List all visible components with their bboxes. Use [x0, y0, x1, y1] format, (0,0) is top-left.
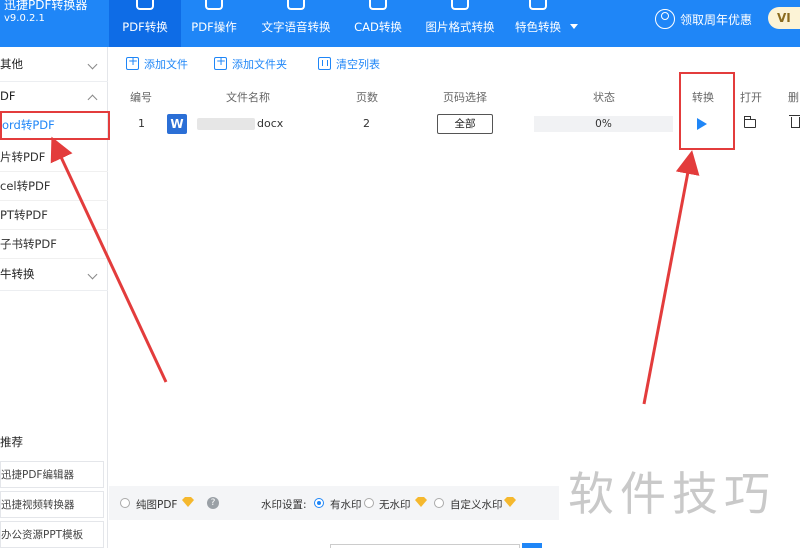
col-header-page-select: 页码选择 — [443, 91, 487, 104]
cad-icon — [369, 0, 387, 10]
tab-image-format[interactable]: 图片格式转换 — [420, 0, 500, 47]
help-icon[interactable]: ? — [207, 497, 219, 509]
sidebar-item-image-to-pdf[interactable]: 片转PDF — [0, 143, 108, 172]
image-format-icon — [451, 0, 469, 10]
row-index: 1 — [138, 117, 145, 130]
col-header-status: 状态 — [593, 91, 615, 104]
add-file-label: 添加文件 — [144, 58, 188, 71]
sidebar-item-label: 子书转PDF — [0, 237, 57, 251]
page-count: 2 — [363, 117, 370, 130]
recommend-label: 迅捷视频转换器 — [1, 499, 75, 511]
promo-label: 领取周年优惠 — [680, 13, 753, 27]
chevron-up-icon — [87, 94, 98, 105]
page-range-button[interactable]: 全部 — [437, 114, 493, 134]
tab-label: 图片格式转换 — [425, 20, 495, 34]
tab-cad[interactable]: CAD转换 — [345, 0, 411, 47]
pdf-operate-icon — [205, 0, 223, 10]
word-file-icon: W — [167, 114, 187, 134]
vip-gem-icon — [415, 497, 427, 507]
vip-gem-icon — [504, 497, 516, 507]
folder-open-icon[interactable] — [744, 116, 756, 128]
sidebar: 其他 DF ord转PDF 片转PDF cel转PDF PT转PDF 子书转PD… — [0, 47, 110, 548]
sidebar-item-excel-to-pdf[interactable]: cel转PDF — [0, 172, 108, 201]
special-convert-icon — [529, 0, 547, 10]
sidebar-group-label: 其他 — [0, 57, 23, 71]
filename: docx — [257, 117, 284, 130]
col-header-open: 打开 — [740, 91, 762, 104]
recommend-title: 推荐 — [0, 435, 23, 449]
recommend-item-video-converter[interactable]: 迅捷视频转换器 — [0, 491, 104, 518]
add-folder-label: 添加文件夹 — [232, 58, 287, 71]
watermark-on-label: 有水印 — [330, 499, 362, 511]
sidebar-item-ebook-to-pdf[interactable]: 子书转PDF — [0, 230, 108, 259]
tab-pdf-convert[interactable]: PDF转换 — [109, 0, 181, 47]
user-icon — [655, 9, 675, 29]
add-folder-icon — [214, 54, 227, 70]
watermark-off-radio[interactable] — [364, 498, 374, 508]
recommend-item-pdf-editor[interactable]: 迅捷PDF编辑器 — [0, 461, 104, 488]
divider — [0, 290, 108, 291]
col-header-delete: 删 — [788, 91, 799, 104]
sidebar-item-word-to-pdf[interactable]: ord转PDF — [0, 111, 110, 140]
col-header-pages: 页数 — [356, 91, 378, 104]
tab-special-convert[interactable]: 特色转换 — [509, 0, 567, 47]
watermark-on-radio[interactable] — [314, 498, 324, 508]
text-speech-icon — [287, 0, 305, 10]
filename-redacted — [197, 118, 255, 130]
progress-text: 0% — [595, 118, 612, 130]
vip-badge[interactable]: VI — [768, 7, 800, 29]
browse-button[interactable] — [522, 543, 542, 548]
annotation-arrow-right — [642, 150, 700, 405]
output-settings-bar: 纯图PDF ? 水印设置: 有水印 无水印 自定义水印 — [109, 486, 559, 520]
chevron-down-icon[interactable] — [570, 24, 578, 29]
app-title: 迅捷PDF转换器 — [4, 0, 88, 12]
output-path-input[interactable] — [330, 544, 520, 548]
sidebar-group-file-convert[interactable]: 牛转换 — [0, 260, 108, 289]
watermark-custom-label: 自定义水印 — [450, 499, 503, 511]
col-header-index: 编号 — [130, 91, 152, 104]
progress-bar: 0% — [534, 116, 673, 132]
recommend-label: 办公资源PPT模板 — [1, 529, 84, 541]
trash-icon — [318, 57, 331, 70]
watermark-text: 软件技巧 — [568, 467, 776, 521]
vip-gem-icon — [182, 497, 194, 507]
pure-image-label: 纯图PDF — [136, 499, 178, 511]
tab-text-speech[interactable]: 文字语音转换 — [256, 0, 336, 47]
tab-label: CAD转换 — [354, 20, 402, 34]
sidebar-group-label: DF — [0, 89, 16, 103]
clear-list-label: 清空列表 — [336, 58, 380, 71]
col-header-filename: 文件名称 — [226, 91, 270, 104]
sidebar-item-label: ord转PDF — [2, 118, 55, 132]
sidebar-item-ppt-to-pdf[interactable]: PT转PDF — [0, 201, 108, 230]
recommend-label: 迅捷PDF编辑器 — [1, 469, 74, 481]
tab-label: PDF转换 — [122, 20, 168, 34]
pure-image-checkbox[interactable] — [120, 498, 130, 508]
chevron-down-icon — [87, 59, 98, 70]
pdf-convert-icon — [136, 0, 154, 10]
delete-icon[interactable] — [789, 115, 800, 128]
tab-label: 特色转换 — [515, 20, 561, 34]
watermark-label: 水印设置: — [261, 499, 307, 511]
sidebar-group-pdf[interactable]: DF — [0, 82, 108, 111]
tab-pdf-operate[interactable]: PDF操作 — [181, 0, 247, 47]
tab-label: 文字语音转换 — [261, 20, 331, 34]
top-nav-bar: 迅捷PDF转换器 v9.0.2.1 PDF转换 PDF操作 文字语音转换 CAD… — [0, 0, 800, 47]
watermark-custom-radio[interactable] — [434, 498, 444, 508]
annotation-highlight-box — [679, 72, 735, 150]
sidebar-item-label: cel转PDF — [0, 179, 51, 193]
sidebar-item-label: PT转PDF — [0, 208, 48, 222]
sidebar-group-other[interactable]: 其他 — [0, 50, 108, 79]
play-icon[interactable] — [697, 118, 707, 130]
sidebar-group-label: 牛转换 — [0, 267, 35, 281]
chevron-down-icon — [87, 269, 98, 280]
tab-label: PDF操作 — [191, 20, 237, 34]
add-file-icon — [126, 54, 139, 70]
watermark-off-label: 无水印 — [379, 499, 411, 511]
sidebar-item-label: 片转PDF — [0, 150, 46, 164]
recommend-item-ppt-templates[interactable]: 办公资源PPT模板 — [0, 521, 104, 548]
app-version: v9.0.2.1 — [4, 13, 45, 24]
